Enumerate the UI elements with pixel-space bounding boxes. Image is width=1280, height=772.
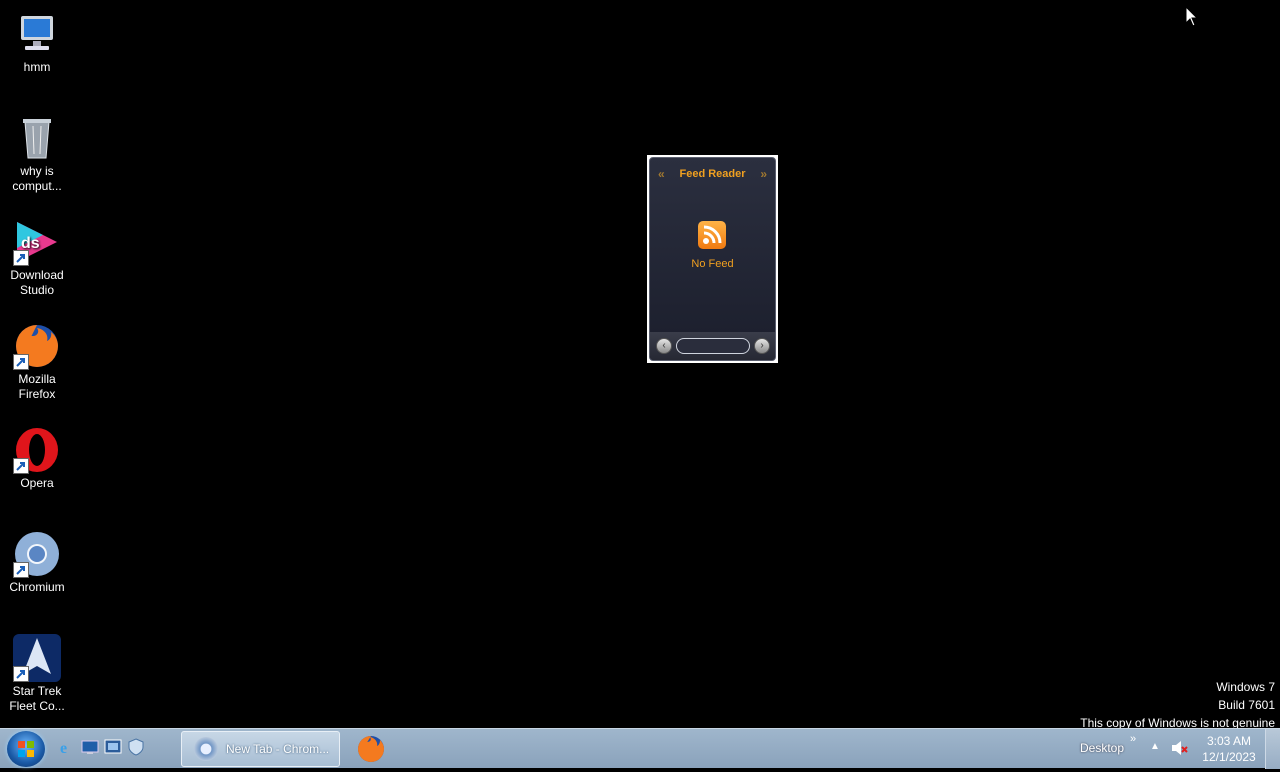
desktop-icon-label: hmm [23,60,51,74]
clock-date: 12/1/2023 [1202,750,1256,764]
gadget-footer: ‹ › [650,332,775,360]
desktop-icon-label: Mozilla Firefox [18,372,56,401]
show-hidden-icons-button[interactable]: ▲ [1150,741,1160,752]
gadget-next-button[interactable]: » [760,167,767,181]
show-desktop-quicklaunch-icon[interactable] [81,738,99,756]
shortcut-arrow-icon [13,354,29,370]
desktop-icon-opera[interactable]: Opera [4,422,70,491]
desktop-icon-firefox[interactable]: Mozilla Firefox [4,318,70,402]
gadget-title: Feed Reader [679,168,746,180]
rss-icon [698,221,726,249]
toolbar-chevron-icon[interactable]: » [1130,733,1136,745]
desktop-toolbar-label[interactable]: Desktop [1080,741,1124,755]
desktop-icon-label: Star Trek Fleet Co... [9,684,65,713]
taskbar-firefox-icon[interactable] [356,734,386,764]
chromium-icon [13,530,61,578]
gadget-body: « Feed Reader » No Feed ‹ › [649,157,776,361]
shortcut-arrow-icon [13,250,29,266]
gadget-prev-button[interactable]: « [658,167,665,181]
star-trek-icon [13,634,61,682]
gadget-header: « Feed Reader » [650,164,775,184]
start-button[interactable] [7,731,45,767]
system-clock[interactable]: 3:03 AM 12/1/2023 [1198,733,1260,765]
desktop-icon-label: Opera [20,476,54,490]
desktop-icon-download-studio[interactable]: ds Download Studio [4,214,70,298]
switch-windows-icon[interactable] [104,738,122,756]
desktop-icon-chromium[interactable]: Chromium [4,526,70,595]
feed-status: No Feed [691,258,734,270]
taskbar: e New Tab - Chrom... Desktop » ▲ 3:03 AM… [0,728,1280,769]
watermark-line: Windows 7 [1216,680,1275,694]
mouse-cursor-icon [1185,5,1199,33]
recycle-bin-icon [13,114,61,162]
computer-icon [13,10,61,58]
show-desktop-button[interactable] [1265,729,1280,769]
windows-logo-icon [18,741,34,757]
shortcut-arrow-icon [13,666,29,682]
genuine-watermark: Windows 7 Build 7601 This copy of Window… [1080,678,1275,732]
desktop-icon-label: Chromium [9,580,65,594]
taskbar-chromium-window[interactable]: New Tab - Chrom... [181,731,340,767]
opera-icon [13,426,61,474]
desktop-icon-label: Download Studio [10,268,64,297]
shortcut-arrow-icon [13,458,29,474]
firefox-icon [13,322,61,370]
desktop-icon-label: why is comput... [12,164,62,193]
internet-explorer-icon[interactable]: e [58,738,76,757]
next-item-button[interactable]: › [754,338,770,354]
watermark-line: Build 7601 [1218,698,1275,712]
feed-item-indicator [676,338,750,354]
previous-item-button[interactable]: ‹ [656,338,672,354]
task-label: New Tab - Chrom... [226,742,330,756]
chromium-icon [194,737,218,761]
desktop-icon-hmm[interactable]: hmm [4,6,70,75]
feed-reader-gadget[interactable]: « Feed Reader » No Feed ‹ › [647,155,778,363]
shortcut-arrow-icon [13,562,29,578]
desktop-icon-star-trek[interactable]: Star Trek Fleet Co... [4,630,70,714]
svg-text:e: e [60,740,67,756]
clock-time: 3:03 AM [1206,734,1252,748]
network-shield-icon[interactable] [127,738,145,756]
volume-muted-icon[interactable] [1170,739,1188,757]
desktop-icon-recycle-bin[interactable]: why is comput... [4,110,70,194]
download-studio-icon: ds [13,218,61,266]
